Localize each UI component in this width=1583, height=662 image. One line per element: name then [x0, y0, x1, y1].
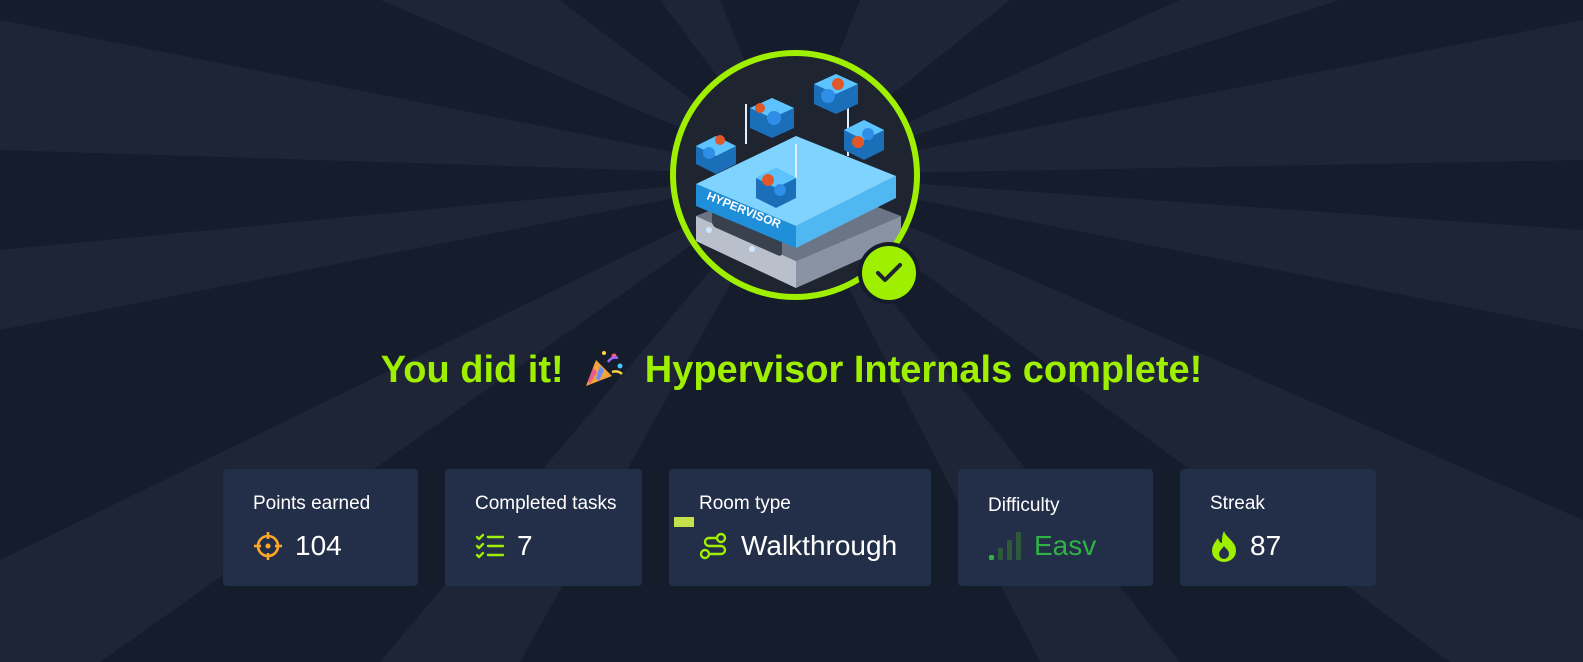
- points-earned-card: Points earned 104: [223, 469, 418, 586]
- streak-card: Streak 87: [1180, 469, 1376, 586]
- room-type-card: Room type Walkthrough: [669, 469, 931, 586]
- completed-tasks-label: Completed tasks: [475, 493, 617, 514]
- room-badge: HYPERVISOR: [670, 50, 920, 300]
- difficulty-value-row: Easv: [988, 529, 1096, 563]
- room-type-value-row: Walkthrough: [699, 529, 897, 563]
- flame-icon: [1212, 531, 1236, 562]
- streak-label: Streak: [1210, 493, 1265, 514]
- completed-tasks-value: 7: [517, 530, 533, 561]
- party-popper-icon: [582, 348, 626, 388]
- difficulty-card: Difficulty Easv: [958, 469, 1153, 586]
- completed-check-icon: [862, 246, 916, 300]
- route-icon: [699, 532, 727, 560]
- difficulty-value: Easv: [1034, 530, 1097, 561]
- streak-value-row: 87: [1210, 529, 1281, 563]
- room-type-value: Walkthrough: [741, 530, 898, 561]
- completed-tasks-value-row: 7: [475, 529, 533, 563]
- points-earned-label: Points earned: [253, 493, 371, 514]
- title-prefix: You did it!: [380, 349, 564, 391]
- crosshair-icon: [254, 532, 282, 560]
- checklist-icon: [475, 533, 505, 559]
- room-type-label: Room type: [699, 493, 791, 514]
- completion-title: You did it! Hypervisor Internals complet…: [0, 348, 1583, 392]
- signal-bars-icon: [989, 532, 1021, 560]
- highlight-marker: [674, 517, 694, 527]
- points-earned-value-row: 104: [253, 529, 342, 563]
- title-suffix: Hypervisor Internals complete!: [644, 349, 1203, 391]
- points-earned-value: 104: [295, 530, 342, 561]
- difficulty-label: Difficulty: [988, 495, 1060, 516]
- completed-tasks-card: Completed tasks 7: [445, 469, 642, 586]
- streak-value: 87: [1250, 530, 1282, 561]
